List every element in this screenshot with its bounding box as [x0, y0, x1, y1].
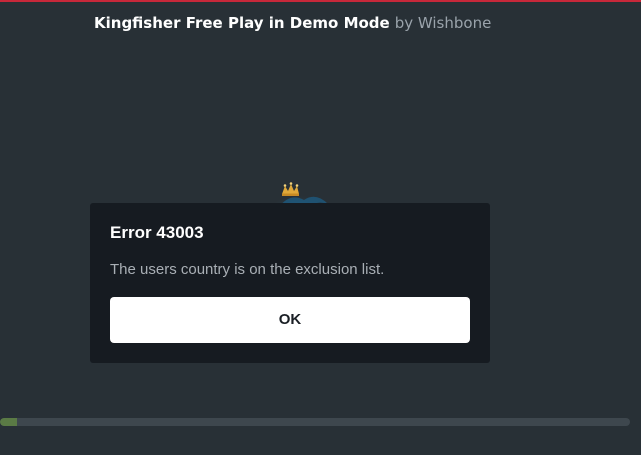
game-title: Kingfisher Free Play in Demo Mode [94, 14, 390, 32]
error-dialog: Error 43003 The users country is on the … [90, 203, 490, 363]
provider-credit: by Wishbone [394, 14, 492, 32]
loading-progress-fill [0, 418, 17, 426]
loading-progress-bar [0, 418, 630, 426]
error-dialog-message: The users country is on the exclusion li… [110, 261, 385, 278]
ok-button[interactable]: OK [110, 297, 470, 343]
game-header: Kingfisher Free Play in Demo Mode by Wish… [94, 12, 491, 35]
game-loader-screen: Kingfisher Free Play in Demo Mode by Wish… [0, 0, 641, 455]
error-dialog-title: Error 43003 [110, 223, 204, 242]
top-accent-bar [0, 0, 641, 2]
